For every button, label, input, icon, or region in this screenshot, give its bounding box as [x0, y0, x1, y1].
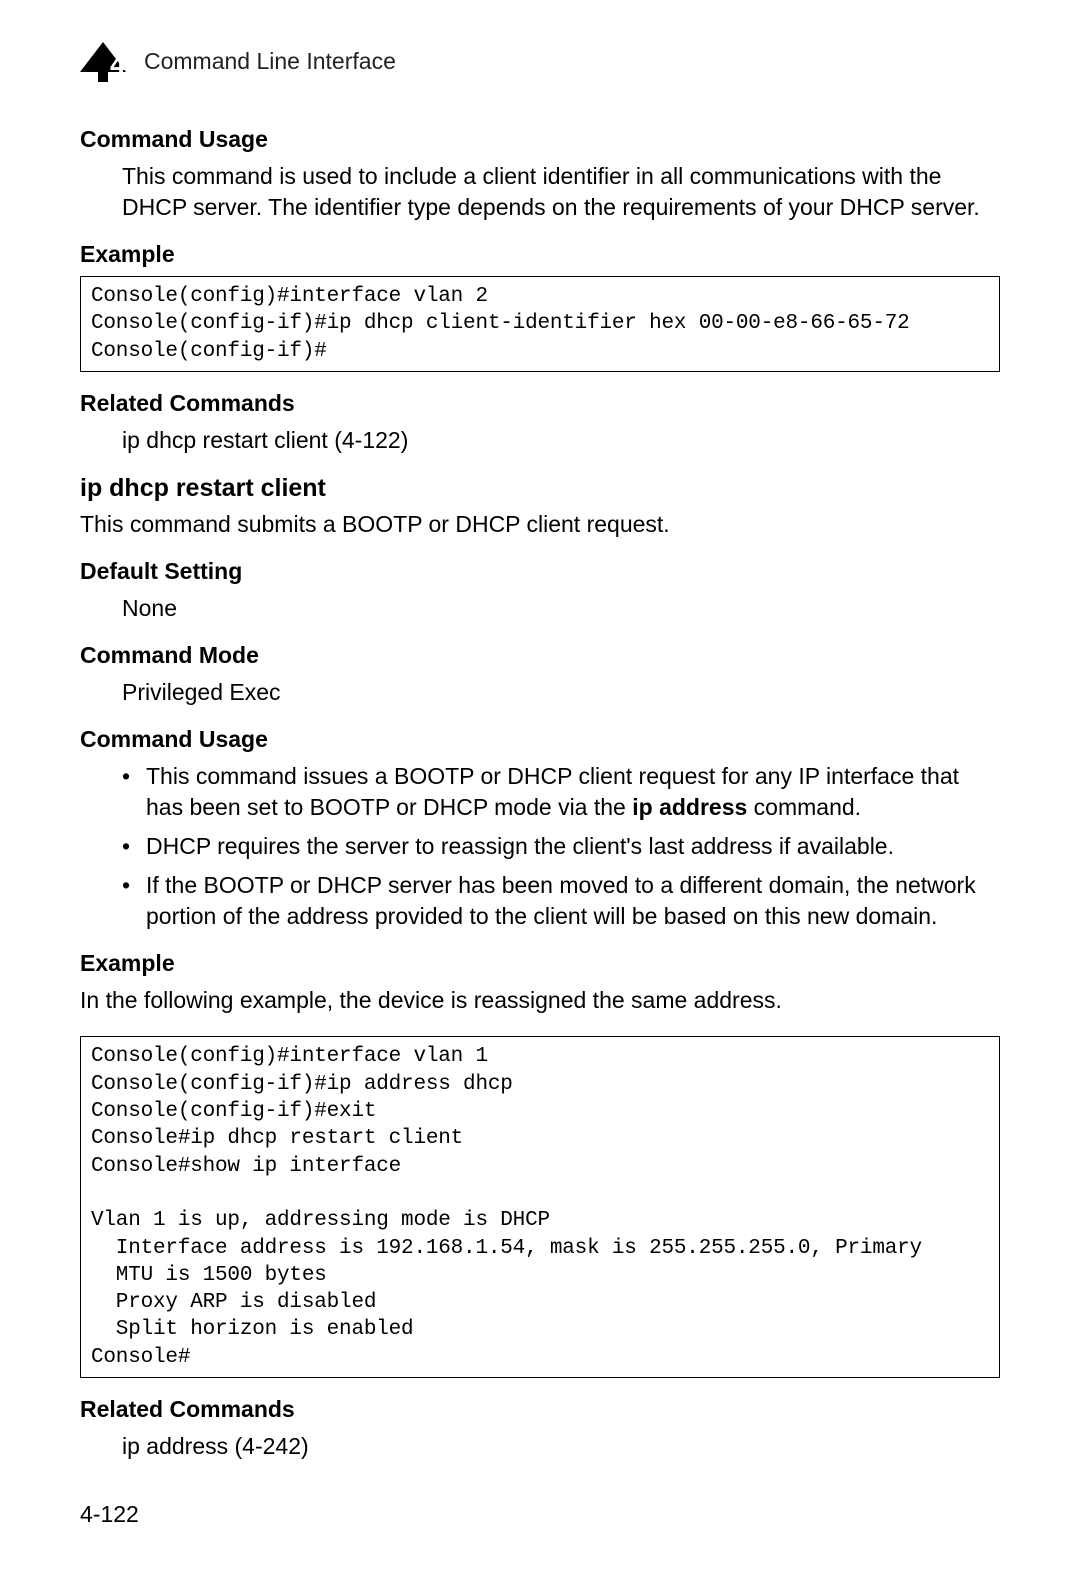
body-command-mode: Privileged Exec	[80, 677, 1000, 708]
section-related-commands-2: Related Commands ip address (4-242)	[80, 1396, 1000, 1462]
command-title: ip dhcp restart client	[80, 474, 1000, 503]
bullet-list: This command issues a BOOTP or DHCP clie…	[80, 761, 1000, 932]
page-number: 4-122	[80, 1501, 139, 1528]
section-command-title: ip dhcp restart client This command subm…	[80, 474, 1000, 540]
body-related-commands-1: ip dhcp restart client (4-122)	[80, 425, 1000, 456]
body-command-usage: This command is used to include a client…	[80, 161, 1000, 223]
heading-example-1: Example	[80, 241, 1000, 268]
header-title: Command Line Interface	[144, 48, 396, 75]
heading-default-setting: Default Setting	[80, 558, 1000, 585]
body-related-commands-2: ip address (4-242)	[80, 1431, 1000, 1462]
heading-related-commands-2: Related Commands	[80, 1396, 1000, 1423]
example-2-intro: In the following example, the device is …	[80, 985, 1000, 1016]
heading-command-usage-2: Command Usage	[80, 726, 1000, 753]
bullet-1-post: command.	[747, 794, 861, 820]
code-block-2: Console(config)#interface vlan 1 Console…	[80, 1036, 1000, 1378]
bullet-1-bold: ip address	[632, 794, 747, 820]
body-default-setting: None	[80, 593, 1000, 624]
section-default-setting: Default Setting None	[80, 558, 1000, 624]
page-header: 4 Command Line Interface	[80, 38, 1000, 84]
section-example-1: Example Console(config)#interface vlan 2…	[80, 241, 1000, 372]
section-command-usage-1: Command Usage This command is used to in…	[80, 126, 1000, 223]
list-item: This command issues a BOOTP or DHCP clie…	[122, 761, 1000, 823]
section-example-2: Example In the following example, the de…	[80, 950, 1000, 1378]
chapter-number-text: 4	[110, 49, 126, 80]
heading-command-usage: Command Usage	[80, 126, 1000, 153]
heading-command-mode: Command Mode	[80, 642, 1000, 669]
section-related-commands-1: Related Commands ip dhcp restart client …	[80, 390, 1000, 456]
chapter-number-icon: 4	[80, 38, 126, 84]
heading-example-2: Example	[80, 950, 1000, 977]
command-description: This command submits a BOOTP or DHCP cli…	[80, 509, 1000, 540]
list-item: DHCP requires the server to reassign the…	[122, 831, 1000, 862]
code-block-1: Console(config)#interface vlan 2 Console…	[80, 276, 1000, 372]
section-command-usage-2: Command Usage This command issues a BOOT…	[80, 726, 1000, 932]
section-command-mode: Command Mode Privileged Exec	[80, 642, 1000, 708]
list-item: If the BOOTP or DHCP server has been mov…	[122, 870, 1000, 932]
heading-related-commands-1: Related Commands	[80, 390, 1000, 417]
